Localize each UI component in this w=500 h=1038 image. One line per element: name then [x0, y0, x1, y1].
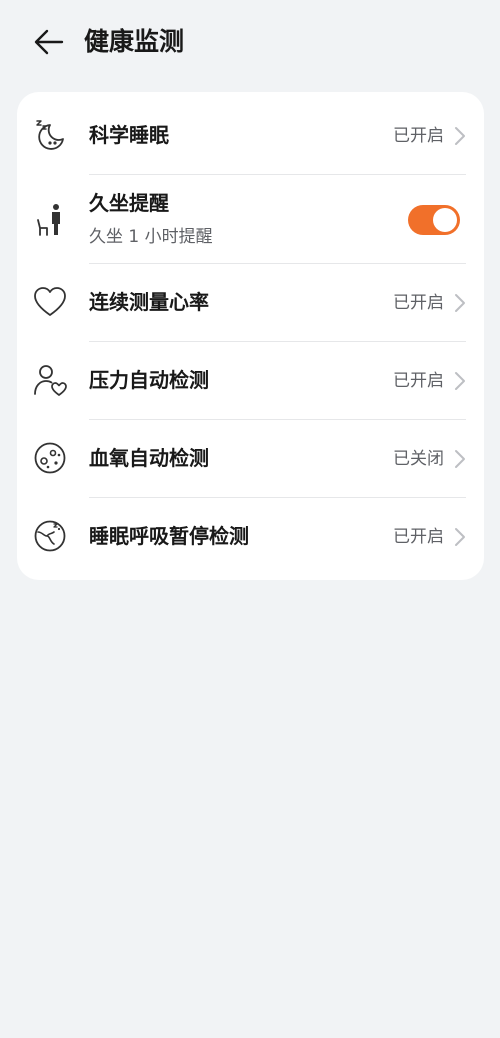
status-text: 已开启 [393, 371, 444, 391]
status-text: 已开启 [393, 126, 444, 146]
chevron-right-icon [455, 294, 465, 312]
sleep-moon-icon [32, 118, 68, 154]
list-item-sleep[interactable]: 科学睡眠 已开启 [17, 92, 484, 174]
list-item-heart-rate[interactable]: 连续测量心率 已开启 [17, 264, 484, 341]
person-heart-icon [32, 362, 68, 398]
list-item-subtitle: 久坐 1 小时提醒 [89, 227, 213, 247]
settings-card: 科学睡眠 已开启 久坐提醒 久坐 1 小时提醒 连续测量心率 已开启 压力自动检… [17, 92, 484, 580]
status-text: 已开启 [393, 293, 444, 313]
list-item-title: 连续测量心率 [89, 290, 209, 314]
chevron-right-icon [455, 372, 465, 390]
blood-oxygen-icon [32, 440, 68, 476]
list-item-title: 久坐提醒 [89, 191, 169, 215]
list-item-stress[interactable]: 压力自动检测 已开启 [17, 342, 484, 419]
list-item-title: 睡眠呼吸暂停检测 [89, 524, 249, 548]
toggle-knob [433, 208, 457, 232]
list-item-sleep-apnea[interactable]: 睡眠呼吸暂停检测 已开启 [17, 498, 484, 580]
status-text: 已关闭 [393, 449, 444, 469]
heart-icon [32, 284, 68, 320]
sedentary-person-icon [32, 202, 68, 238]
arrow-left-icon [34, 29, 64, 55]
sleep-apnea-icon [32, 518, 68, 554]
list-item-sedentary[interactable]: 久坐提醒 久坐 1 小时提醒 [17, 175, 484, 263]
back-button[interactable] [28, 22, 70, 62]
chevron-right-icon [455, 127, 465, 145]
chevron-right-icon [455, 528, 465, 546]
list-item-title: 血氧自动检测 [89, 446, 209, 470]
list-item-title: 压力自动检测 [89, 368, 209, 392]
list-item-title: 科学睡眠 [89, 123, 169, 147]
list-item-spo2[interactable]: 血氧自动检测 已关闭 [17, 420, 484, 497]
page-title: 健康监测 [84, 27, 185, 56]
sedentary-toggle[interactable] [408, 205, 460, 235]
header: 健康监测 [0, 0, 500, 84]
chevron-right-icon [455, 450, 465, 468]
status-text: 已开启 [393, 527, 444, 547]
